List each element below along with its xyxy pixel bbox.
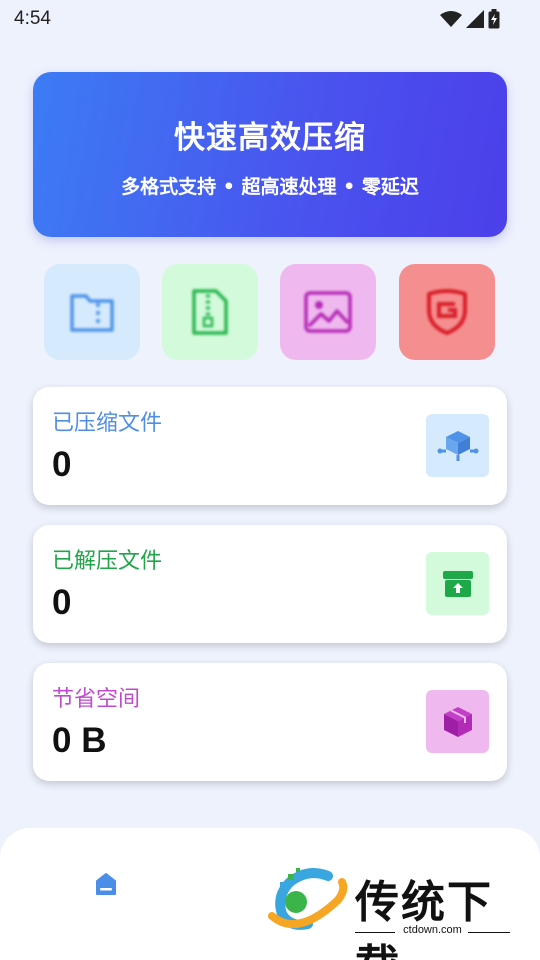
quick-action-compress-folder[interactable]	[44, 264, 140, 360]
hero-subtitle: 多格式支持 • 超高速处理 • 零延迟	[121, 176, 419, 198]
wifi-icon	[440, 11, 462, 27]
stat-icon-box	[426, 690, 489, 753]
stat-card-extracted[interactable]: 已解压文件 0	[33, 525, 507, 643]
cube-network-icon	[437, 430, 478, 461]
watermark: 传统下载 ctdown.com	[268, 864, 518, 960]
image-icon	[304, 291, 352, 333]
quick-action-image[interactable]	[280, 264, 376, 360]
box-icon	[443, 706, 472, 737]
quick-action-security[interactable]	[399, 264, 495, 360]
watermark-url: ctdown.com	[403, 924, 462, 936]
hero-banner: 快速高效压缩 多格式支持 • 超高速处理 • 零延迟	[33, 72, 507, 237]
signal-icon	[466, 10, 484, 28]
stat-label: 节省空间	[52, 687, 141, 712]
stat-value: 0 B	[52, 721, 107, 760]
nav-home[interactable]	[92, 872, 120, 896]
home-icon	[96, 873, 116, 895]
watermark-text: 传统下载	[355, 877, 493, 960]
stat-label: 已解压文件	[52, 549, 163, 574]
stat-icon-box	[426, 552, 489, 615]
status-time: 4:54	[14, 8, 51, 29]
hero-title: 快速高效压缩	[174, 120, 366, 156]
quick-actions	[44, 264, 496, 360]
stat-card-compressed[interactable]: 已压缩文件 0	[33, 387, 507, 505]
ctdown-logo-icon	[268, 868, 348, 930]
shield-icon	[427, 289, 467, 335]
bottom-navigation: 传统下载 ctdown.com	[0, 828, 540, 960]
stat-card-saved-space[interactable]: 节省空间 0 B	[33, 663, 507, 781]
battery-charging-icon	[488, 9, 500, 29]
stat-value: 0	[52, 583, 72, 622]
folder-zip-icon	[70, 294, 114, 332]
quick-action-zip-file[interactable]	[162, 264, 258, 360]
stat-icon-box	[426, 414, 489, 477]
stat-value: 0	[52, 445, 72, 484]
zip-file-icon	[192, 289, 228, 335]
watermark-rule-right	[468, 932, 510, 933]
status-icons	[440, 9, 500, 29]
archive-box-icon	[442, 570, 473, 597]
stat-label: 已压缩文件	[52, 411, 163, 436]
status-bar: 4:54	[0, 0, 540, 38]
